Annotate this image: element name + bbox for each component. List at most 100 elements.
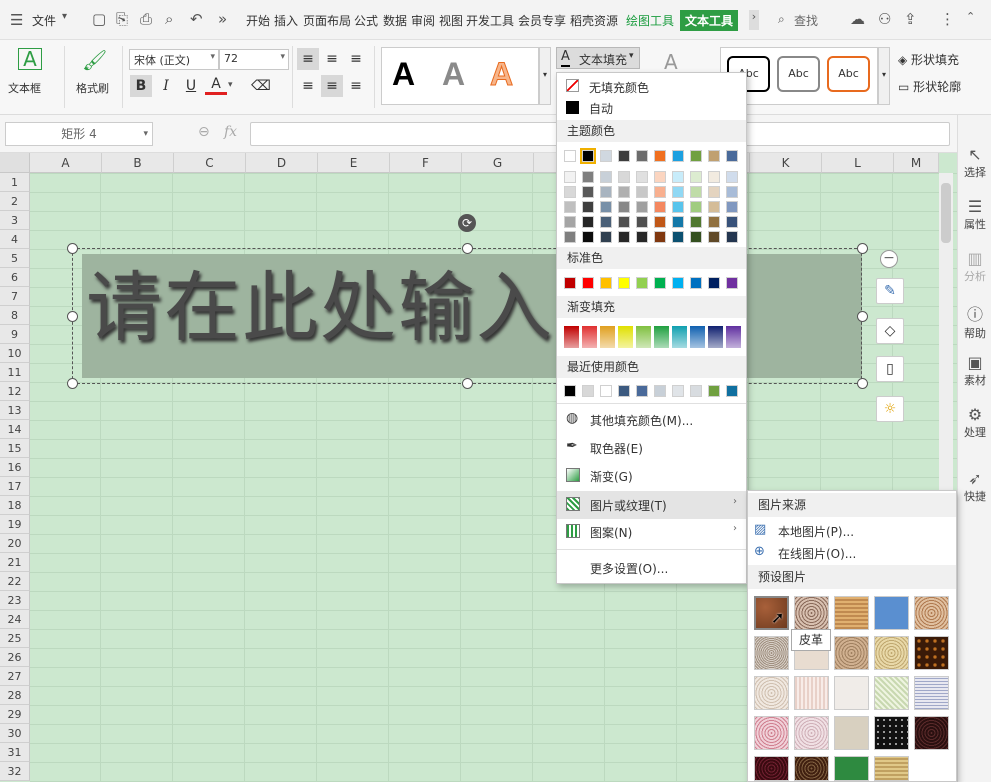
color-swatch[interactable] [564,171,576,183]
eraser-icon[interactable]: ⌫ [250,75,272,97]
color-swatch[interactable] [618,171,630,183]
font-size-select[interactable]: 72 ▾ [219,49,289,70]
texture-sand[interactable] [914,596,949,630]
color-swatch[interactable] [600,231,612,243]
pattern-item[interactable]: 图案(N) › [557,521,746,543]
eyedropper-item[interactable]: ✒ 取色器(E) [557,437,746,459]
export-icon[interactable]: ⎘ [116,10,128,28]
texture-wine[interactable] [754,756,789,781]
column-header[interactable]: K [750,153,822,173]
texture-beige[interactable] [834,716,869,750]
color-swatch[interactable] [582,186,594,198]
color-swatch[interactable] [564,231,576,243]
color-swatch[interactable] [726,277,738,289]
shape-style-orange[interactable]: Abc [827,56,870,92]
bold-button[interactable]: B [130,75,152,97]
tab-11[interactable]: 文本工具 [680,10,739,31]
align-top-button[interactable]: ≡ [297,48,319,70]
wordart-style-orange[interactable]: A [489,56,513,93]
row-header[interactable]: 27 [0,667,30,686]
color-swatch[interactable] [654,231,666,243]
color-swatch[interactable] [618,150,630,162]
color-swatch[interactable] [564,216,576,228]
color-swatch[interactable] [582,231,594,243]
name-box[interactable]: 矩形 4 ▾ [5,122,153,146]
texture-plaid[interactable] [914,676,949,710]
color-swatch[interactable] [672,201,684,213]
sidebar-item-select[interactable]: ↖ 选择 [958,145,991,180]
row-header[interactable]: 3 [0,211,30,230]
row-header[interactable]: 24 [0,610,30,629]
texture-cork[interactable] [834,636,869,670]
color-swatch[interactable] [708,216,720,228]
color-swatch[interactable] [726,231,738,243]
shape-style-gray[interactable]: Abc [777,56,820,92]
texture-fabric[interactable] [794,676,829,710]
row-header[interactable]: 25 [0,629,30,648]
row-header[interactable]: 1 [0,173,30,192]
tabs-scroll-right-icon[interactable]: › [749,10,759,30]
color-swatch[interactable] [690,231,702,243]
align-bottom-button[interactable]: ≡ [345,48,367,70]
color-swatch[interactable] [672,385,684,397]
row-header[interactable]: 5 [0,249,30,268]
color-swatch[interactable] [690,385,702,397]
tab-8[interactable]: 会员专享 [518,12,566,29]
color-swatch[interactable] [690,186,702,198]
tab-5[interactable]: 审阅 [411,12,435,29]
tab-6[interactable]: 视图 [439,12,463,29]
tab-7[interactable]: 开发工具 [466,12,514,29]
resize-handle[interactable] [857,311,868,322]
sidebar-item-shortcut[interactable]: ➶ 快捷 [958,469,991,504]
color-swatch[interactable] [582,171,594,183]
color-swatch[interactable] [708,150,720,162]
texture-stone[interactable] [754,636,789,670]
color-swatch[interactable] [636,150,648,162]
chevron-down-icon[interactable]: ▾ [228,80,233,90]
color-swatch[interactable] [580,148,596,164]
color-swatch[interactable] [690,216,702,228]
column-header[interactable]: C [174,153,246,173]
color-swatch[interactable] [672,231,684,243]
auto-color-item[interactable]: 自动 [557,98,746,118]
chevron-down-icon[interactable]: ▾ [62,11,67,22]
row-header[interactable]: 13 [0,401,30,420]
sidebar-item-process[interactable]: ⚙ 处理 [958,405,991,440]
more-colors-item[interactable]: ◍ 其他填充颜色(M)... [557,409,746,431]
color-swatch[interactable] [636,277,648,289]
row-header[interactable]: 2 [0,192,30,211]
texture-wood[interactable] [874,756,909,781]
wordart-style-gray[interactable]: A [442,56,465,93]
cloud-icon[interactable]: ☁ [850,10,865,28]
row-header[interactable]: 6 [0,268,30,287]
shape-fill-button[interactable]: ◈ 形状填充 [898,51,959,68]
color-swatch[interactable] [600,216,612,228]
undo-icon[interactable]: ↶ [190,10,203,28]
align-center-button[interactable]: ≡ [321,75,343,97]
color-swatch[interactable] [636,186,648,198]
color-swatch[interactable] [654,385,666,397]
color-swatch[interactable] [690,201,702,213]
color-swatch[interactable] [708,385,720,397]
texture-marble[interactable] [754,676,789,710]
color-swatch[interactable] [726,171,738,183]
resize-handle[interactable] [67,378,78,389]
color-swatch[interactable] [582,385,594,397]
row-header[interactable]: 19 [0,515,30,534]
sidebar-item-materials[interactable]: ▣ 素材 [958,353,991,388]
color-swatch[interactable] [708,186,720,198]
color-swatch[interactable] [636,171,648,183]
more-icon[interactable]: » [218,10,227,28]
resize-handle[interactable] [67,311,78,322]
color-swatch[interactable] [726,385,738,397]
row-header[interactable]: 21 [0,553,30,572]
collapse-ribbon-icon[interactable]: ⌃ [966,10,975,23]
color-swatch[interactable] [726,201,738,213]
color-swatch[interactable] [618,326,633,348]
texture-burlap[interactable] [834,596,869,630]
sidebar-item-help[interactable]: ⓘ 帮助 [958,301,991,341]
color-swatch[interactable] [564,326,579,348]
texture-rose[interactable] [794,716,829,750]
print-icon[interactable]: ⎙ [140,10,152,28]
color-swatch[interactable] [654,201,666,213]
